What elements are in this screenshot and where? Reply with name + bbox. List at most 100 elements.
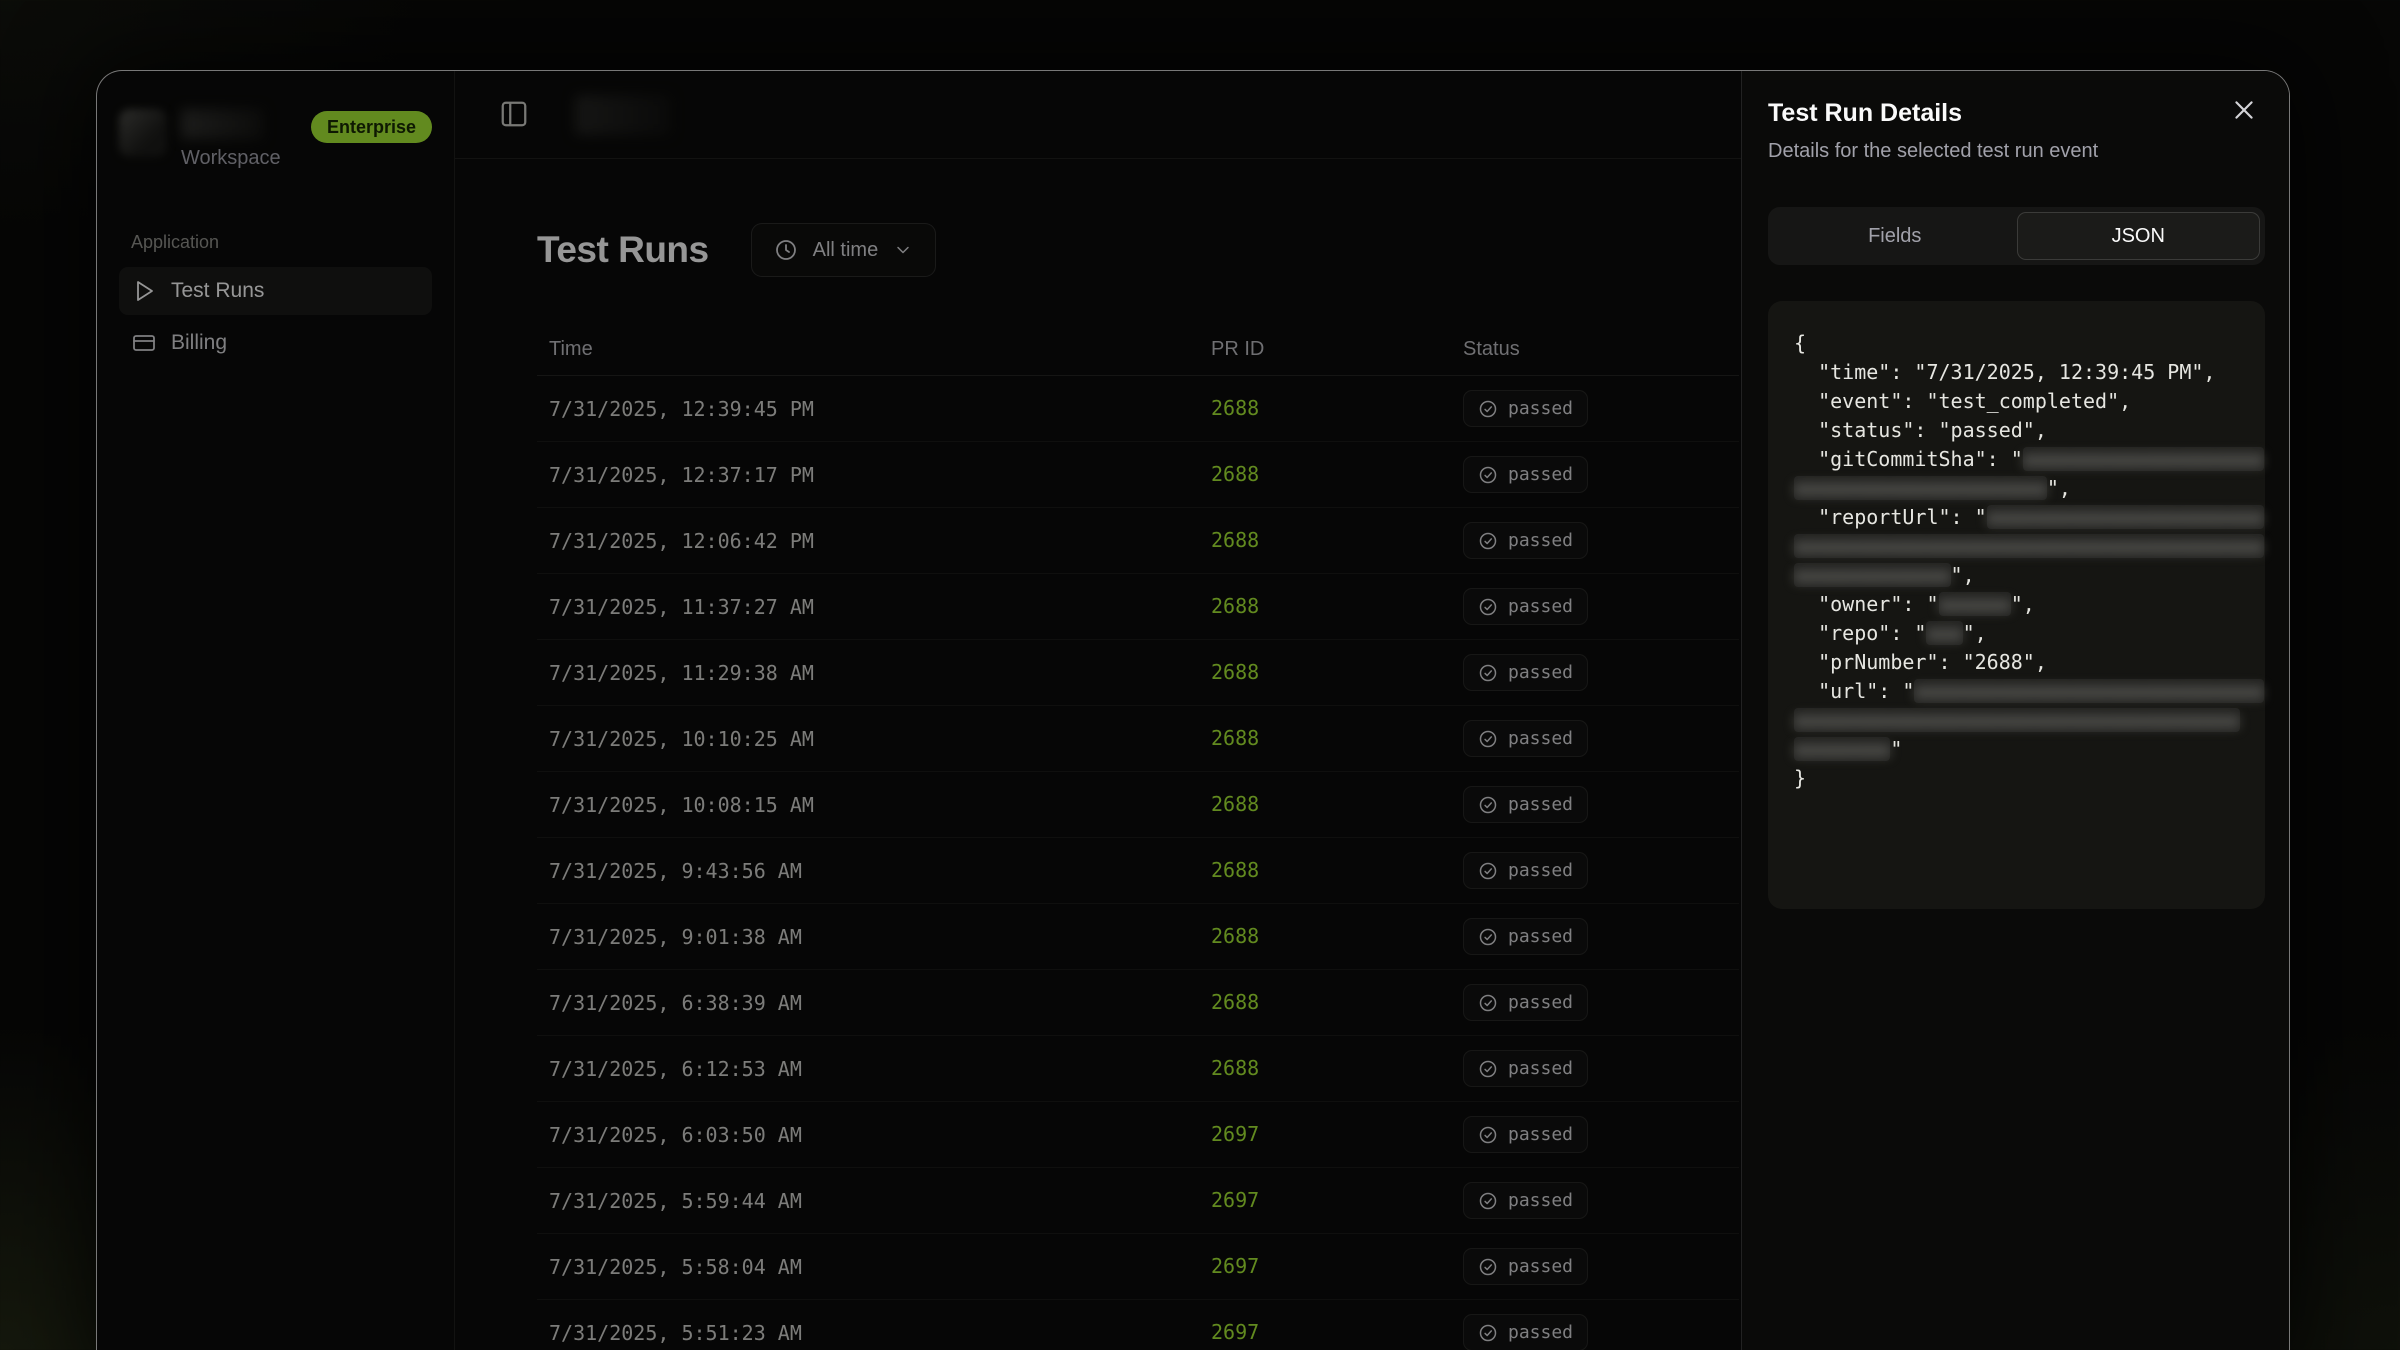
cell-pr-id: 2688 <box>1199 990 1451 1015</box>
tab-json[interactable]: JSON <box>2017 212 2261 260</box>
pr-id-link[interactable]: 2697 <box>1211 1188 1259 1212</box>
cell-status: passed <box>1451 852 1739 889</box>
pr-id-link[interactable]: 2697 <box>1211 1254 1259 1278</box>
cell-pr-id: 2688 <box>1199 528 1451 553</box>
table-row[interactable]: 7/31/2025, 10:10:25 AM 2688 passed <box>537 706 1739 772</box>
workspace-switcher[interactable]: Workspace Enterprise <box>119 109 432 170</box>
redacted-value: xxxxxx <box>1939 592 2011 616</box>
table-row[interactable]: 7/31/2025, 11:29:38 AM 2688 passed <box>537 640 1739 706</box>
status-badge: passed <box>1463 588 1588 625</box>
pr-id-link[interactable]: 2688 <box>1211 858 1259 882</box>
pr-id-link[interactable]: 2688 <box>1211 594 1259 618</box>
sidebar-item-billing[interactable]: Billing <box>119 319 432 367</box>
table-row[interactable]: 7/31/2025, 5:51:23 AM 2697 passed <box>537 1300 1739 1350</box>
tab-fields[interactable]: Fields <box>1773 212 2017 260</box>
cell-pr-id: 2688 <box>1199 1056 1451 1081</box>
json-code: { "time": "7/31/2025, 12:39:45 PM", "eve… <box>1768 301 2265 909</box>
cell-time: 7/31/2025, 5:58:04 AM <box>537 1255 1199 1279</box>
status-badge: passed <box>1463 1116 1588 1153</box>
sidebar: Workspace Enterprise Application Test Ru… <box>97 71 455 1350</box>
clock-icon <box>774 238 798 262</box>
sidebar-section-label: Application <box>131 232 432 253</box>
table-row[interactable]: 7/31/2025, 5:59:44 AM 2697 passed <box>537 1168 1739 1234</box>
circle-check-icon <box>1478 399 1498 419</box>
sidebar-nav: Test Runs Billing <box>119 267 432 367</box>
pr-id-link[interactable]: 2688 <box>1211 726 1259 750</box>
status-label: passed <box>1508 728 1573 749</box>
play-icon <box>132 279 156 303</box>
table-row[interactable]: 7/31/2025, 6:38:39 AM 2688 passed <box>537 970 1739 1036</box>
cell-pr-id: 2688 <box>1199 660 1451 685</box>
pr-id-link[interactable]: 2688 <box>1211 1056 1259 1080</box>
cell-time: 7/31/2025, 11:37:27 AM <box>537 595 1199 619</box>
cell-pr-id: 2688 <box>1199 726 1451 751</box>
status-badge: passed <box>1463 1314 1588 1350</box>
close-panel-button[interactable] <box>2231 97 2261 127</box>
circle-check-icon <box>1478 993 1498 1013</box>
table-row[interactable]: 7/31/2025, 9:43:56 AM 2688 passed <box>537 838 1739 904</box>
circle-check-icon <box>1478 663 1498 683</box>
cell-status: passed <box>1451 588 1739 625</box>
table-row[interactable]: 7/31/2025, 6:03:50 AM 2697 passed <box>537 1102 1739 1168</box>
table-row[interactable]: 7/31/2025, 9:01:38 AM 2688 passed <box>537 904 1739 970</box>
column-header-time: Time <box>537 338 1199 361</box>
main-area: Test Runs All time Time PR ID Status 7/3… <box>455 71 1741 1350</box>
pr-id-link[interactable]: 2688 <box>1211 462 1259 486</box>
sidebar-item-test-runs[interactable]: Test Runs <box>119 267 432 315</box>
plan-badge: Enterprise <box>311 111 432 143</box>
table-row[interactable]: 7/31/2025, 6:12:53 AM 2688 passed <box>537 1036 1739 1102</box>
redacted-value: xxx <box>1926 621 1962 645</box>
table-row[interactable]: 7/31/2025, 10:08:15 AM 2688 passed <box>537 772 1739 838</box>
pr-id-link[interactable]: 2688 <box>1211 924 1259 948</box>
cell-pr-id: 2697 <box>1199 1254 1451 1279</box>
pr-id-link[interactable]: 2688 <box>1211 660 1259 684</box>
redacted-value: xxxxxxxxxxxxxxxxxxxxxxx <box>1987 505 2264 529</box>
table-row[interactable]: 7/31/2025, 12:37:17 PM 2688 passed <box>537 442 1739 508</box>
status-badge: passed <box>1463 522 1588 559</box>
table-row[interactable]: 7/31/2025, 5:58:04 AM 2697 passed <box>537 1234 1739 1300</box>
time-filter-dropdown[interactable]: All time <box>751 223 937 277</box>
sidebar-item-label: Test Runs <box>171 279 264 303</box>
cell-pr-id: 2688 <box>1199 396 1451 421</box>
cell-status: passed <box>1451 918 1739 955</box>
table-row[interactable]: 7/31/2025, 11:37:27 AM 2688 passed <box>537 574 1739 640</box>
pr-id-link[interactable]: 2688 <box>1211 792 1259 816</box>
status-label: passed <box>1508 530 1573 551</box>
pr-id-link[interactable]: 2697 <box>1211 1320 1259 1344</box>
app-window: Workspace Enterprise Application Test Ru… <box>96 70 2290 1350</box>
cell-pr-id: 2688 <box>1199 858 1451 883</box>
status-label: passed <box>1508 464 1573 485</box>
close-icon <box>2231 97 2257 123</box>
table-header: Time PR ID Status <box>537 323 1739 376</box>
test-run-details-panel: Test Run Details Details for the selecte… <box>1741 71 2290 1350</box>
pr-id-link[interactable]: 2697 <box>1211 1122 1259 1146</box>
workspace-meta: Workspace <box>181 109 297 170</box>
cell-status: passed <box>1451 720 1739 757</box>
cell-pr-id: 2688 <box>1199 462 1451 487</box>
circle-check-icon <box>1478 597 1498 617</box>
workspace-name-redacted <box>181 109 263 139</box>
pr-id-link[interactable]: 2688 <box>1211 528 1259 552</box>
pr-id-link[interactable]: 2688 <box>1211 396 1259 420</box>
workspace-logo <box>119 109 167 157</box>
cell-time: 7/31/2025, 12:39:45 PM <box>537 397 1199 421</box>
table-row[interactable]: 7/31/2025, 12:06:42 PM 2688 passed <box>537 508 1739 574</box>
circle-check-icon <box>1478 927 1498 947</box>
circle-check-icon <box>1478 1323 1498 1343</box>
sidebar-toggle-button[interactable] <box>499 99 531 131</box>
details-tabs: Fields JSON <box>1768 207 2265 265</box>
workspace-label: Workspace <box>181 147 297 170</box>
table-row[interactable]: 7/31/2025, 12:39:45 PM 2688 passed <box>537 376 1739 442</box>
circle-check-icon <box>1478 531 1498 551</box>
redacted-value: xxxxxxxxxxxxxxxxxxxxxxxxxxxxxxxxxxxxx <box>1794 708 2240 732</box>
cell-status: passed <box>1451 786 1739 823</box>
status-badge: passed <box>1463 984 1588 1021</box>
status-label: passed <box>1508 926 1573 947</box>
circle-check-icon <box>1478 1191 1498 1211</box>
cell-status: passed <box>1451 1314 1739 1350</box>
pr-id-link[interactable]: 2688 <box>1211 990 1259 1014</box>
status-badge: passed <box>1463 456 1588 493</box>
status-label: passed <box>1508 398 1573 419</box>
circle-check-icon <box>1478 1059 1498 1079</box>
panel-left-icon <box>499 99 529 129</box>
